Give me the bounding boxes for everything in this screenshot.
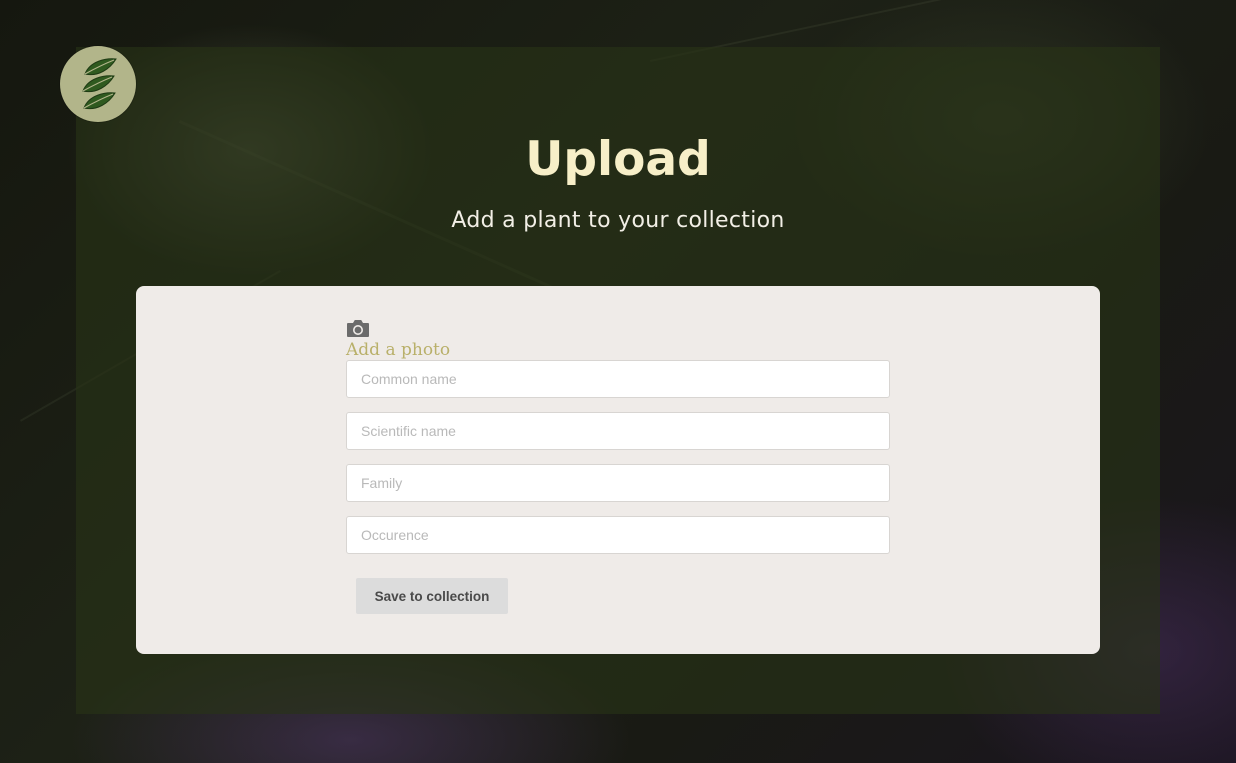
family-input[interactable]: [346, 464, 890, 502]
add-photo-button[interactable]: Add a photo: [346, 318, 506, 360]
scientific-name-input[interactable]: [346, 412, 890, 450]
upload-form: Add a photo Save to collection: [136, 286, 1100, 654]
camera-icon: [347, 320, 369, 337]
common-name-input[interactable]: [346, 360, 890, 398]
leaf-logo-icon: [82, 58, 117, 110]
occurence-input[interactable]: [346, 516, 890, 554]
save-to-collection-button[interactable]: Save to collection: [356, 578, 508, 614]
page-title: Upload: [525, 132, 711, 187]
app-logo[interactable]: [60, 46, 136, 122]
add-photo-label: Add a photo: [346, 340, 451, 360]
page-subtitle: Add a plant to your collection: [451, 208, 785, 233]
